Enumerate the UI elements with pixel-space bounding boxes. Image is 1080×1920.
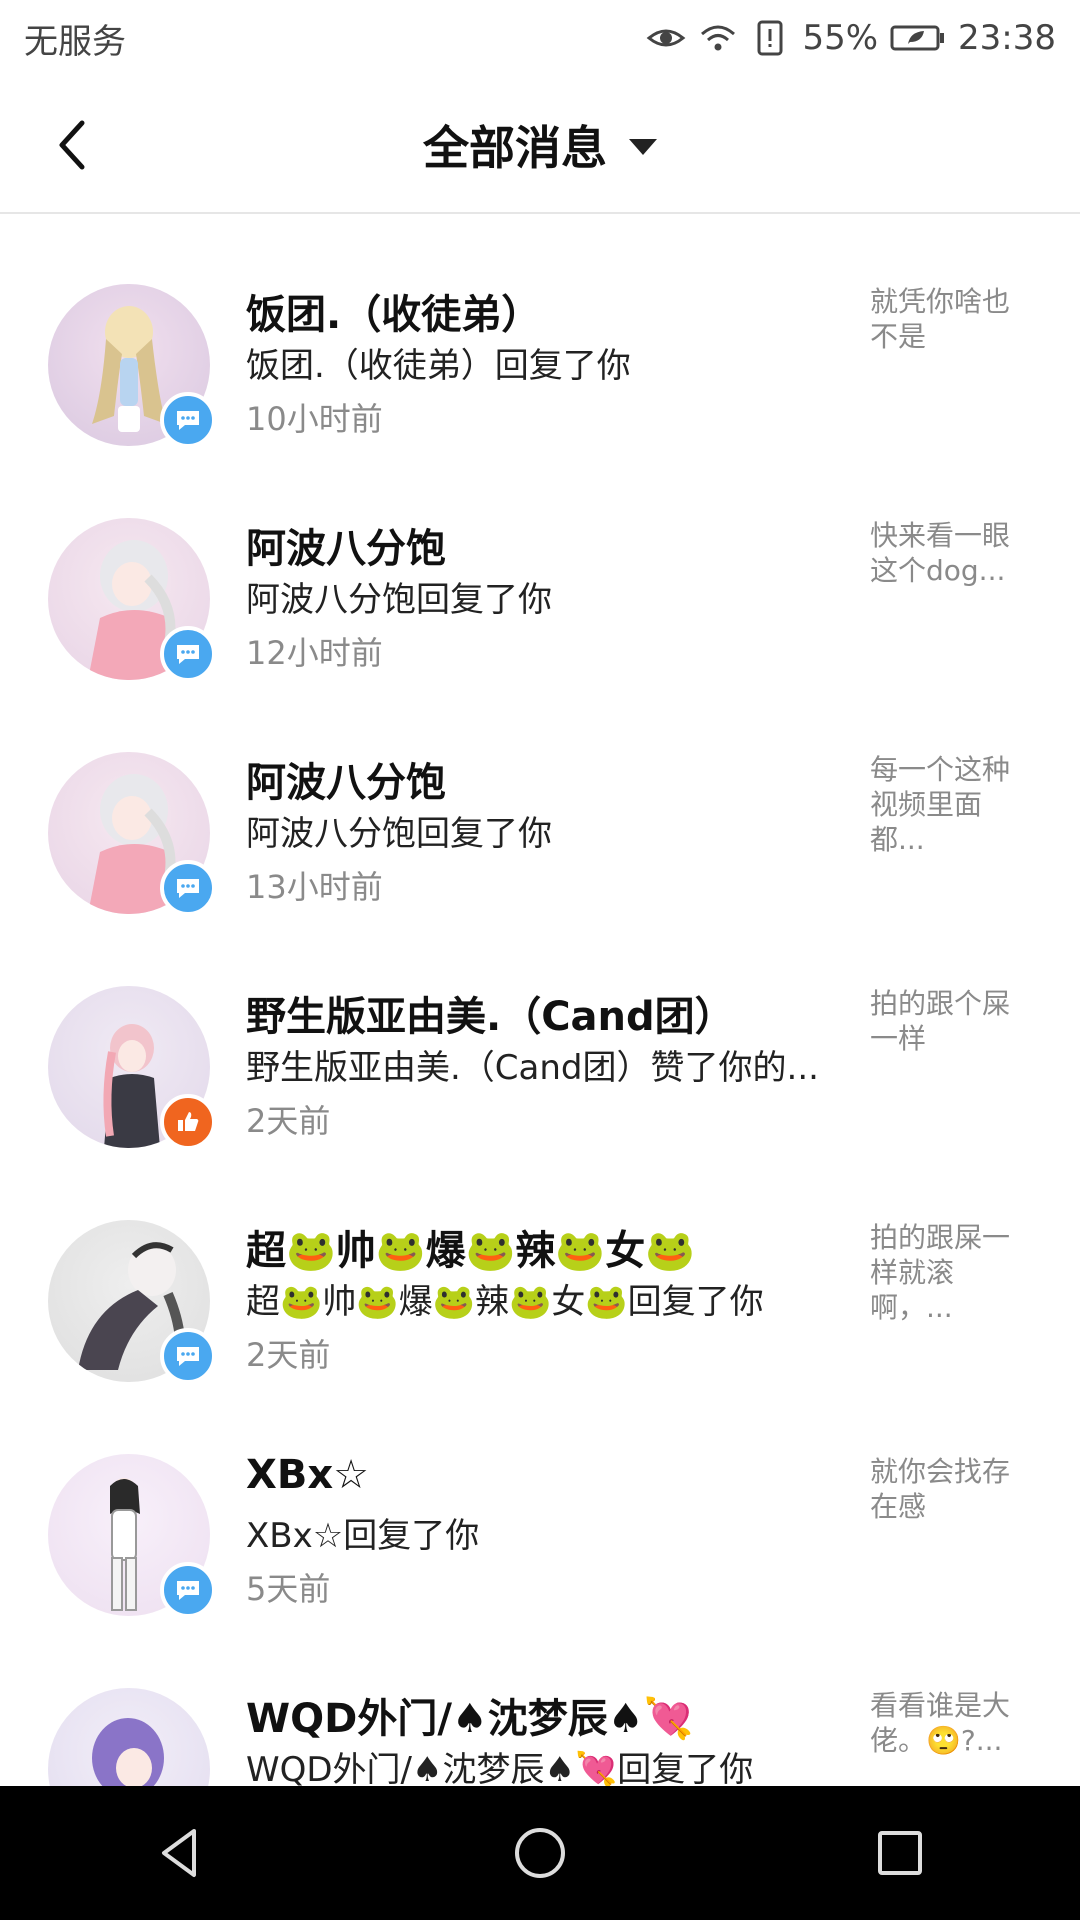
message-row[interactable]: 饭团.（收徒弟） 饭团.（收徒弟）回复了你 10小时前 就凭你啥也不是	[0, 214, 1080, 448]
circle-home-icon	[515, 1828, 565, 1878]
square-recents-icon	[878, 1831, 922, 1875]
message-action: WQD外门/♠沈梦辰♠💘回复了你	[246, 1750, 754, 1786]
sender-name[interactable]: WQD外门/♠沈梦辰♠💘	[246, 1686, 693, 1744]
message-time: 2天前	[246, 1336, 331, 1374]
triangle-back-icon	[162, 1829, 196, 1877]
comment-badge-icon	[160, 1562, 216, 1618]
eye-icon	[647, 29, 686, 47]
battery-percent: 55%	[802, 18, 879, 58]
comment-preview[interactable]: 每一个这种视频里面都...	[870, 752, 1030, 857]
message-time: 10小时前	[246, 400, 383, 438]
comment-preview[interactable]: 快来看一眼这个dog...	[870, 518, 1030, 588]
comment-badge-icon	[160, 860, 216, 916]
message-time: 5天前	[246, 1570, 331, 1608]
message-action: XBx☆回复了你	[246, 1516, 480, 1556]
avatar-figure-icon	[92, 1718, 164, 1786]
header: 全部消息	[0, 76, 1080, 214]
comment-badge-icon	[160, 626, 216, 682]
message-action: 阿波八分饱回复了你	[246, 814, 552, 854]
status-bar: 无服务 55% 23:38	[0, 0, 1080, 76]
page-title: 全部消息	[423, 121, 607, 175]
message-row[interactable]: 野生版亚由美.（Cand团） 野生版亚由美.（Cand团）赞了你的... 2天前…	[0, 916, 1080, 1150]
comment-preview[interactable]: 就你会找存在感	[870, 1454, 1030, 1524]
battery-icon	[890, 25, 945, 51]
message-row[interactable]: 阿波八分饱 阿波八分饱回复了你 12小时前 快来看一眼这个dog...	[0, 448, 1080, 682]
comment-badge-icon	[160, 1328, 216, 1384]
message-action: 阿波八分饱回复了你	[246, 580, 552, 620]
comment-preview[interactable]: 拍的跟个屎一样	[870, 986, 1030, 1056]
message-time: 13小时前	[246, 868, 383, 906]
message-action: 饭团.（收徒弟）回复了你	[246, 346, 631, 386]
sender-name[interactable]: 野生版亚由美.（Cand团）	[246, 984, 735, 1042]
comment-preview[interactable]: 拍的跟屎一样就滚啊，...	[870, 1220, 1030, 1325]
comment-preview[interactable]: 看看谁是大佬。🙄?...	[870, 1688, 1030, 1758]
message-action: 超🐸帅🐸爆🐸辣🐸女🐸回复了你	[246, 1282, 764, 1322]
wifi-icon	[701, 25, 736, 51]
comment-badge-icon	[160, 392, 216, 448]
sender-name[interactable]: 阿波八分饱	[246, 516, 446, 574]
nav-home-button[interactable]	[480, 1803, 600, 1903]
system-nav-bar	[0, 1786, 1080, 1920]
message-row[interactable]: 阿波八分饱 阿波八分饱回复了你 13小时前 每一个这种视频里面都...	[0, 682, 1080, 916]
nav-back-button[interactable]	[120, 1803, 240, 1903]
message-time: 12小时前	[246, 634, 383, 672]
message-row[interactable]: WQD外门/♠沈梦辰♠💘 WQD外门/♠沈梦辰♠💘回复了你 看看谁是大佬。🙄?.…	[0, 1618, 1080, 1786]
status-icons: 55% 23:38	[646, 18, 1056, 58]
sender-name[interactable]: 超🐸帅🐸爆🐸辣🐸女🐸	[246, 1218, 695, 1276]
carrier-label: 无服务	[24, 21, 126, 62]
clock: 23:38	[958, 18, 1056, 58]
message-row[interactable]: 超🐸帅🐸爆🐸辣🐸女🐸 超🐸帅🐸爆🐸辣🐸女🐸回复了你 2天前 拍的跟屎一样就滚啊，…	[0, 1150, 1080, 1384]
sender-name[interactable]: 饭团.（收徒弟）	[246, 282, 541, 340]
message-list[interactable]: 饭团.（收徒弟） 饭团.（收徒弟）回复了你 10小时前 就凭你啥也不是 阿波八分…	[0, 214, 1080, 1786]
avatar[interactable]	[48, 1688, 210, 1786]
like-badge-icon	[160, 1094, 216, 1150]
comment-preview[interactable]: 就凭你啥也不是	[870, 284, 1030, 354]
message-row[interactable]: XBx☆ XBx☆回复了你 5天前 就你会找存在感	[0, 1384, 1080, 1618]
sender-name[interactable]: XBx☆	[246, 1452, 369, 1498]
message-time: 2天前	[246, 1102, 331, 1140]
message-action: 野生版亚由美.（Cand团）赞了你的...	[246, 1048, 819, 1088]
caret-down-icon	[629, 139, 657, 155]
sender-name[interactable]: 阿波八分饱	[246, 750, 446, 808]
message-filter-dropdown[interactable]: 全部消息	[0, 76, 1080, 214]
alert-icon	[757, 20, 783, 56]
nav-recents-button[interactable]	[840, 1803, 960, 1903]
